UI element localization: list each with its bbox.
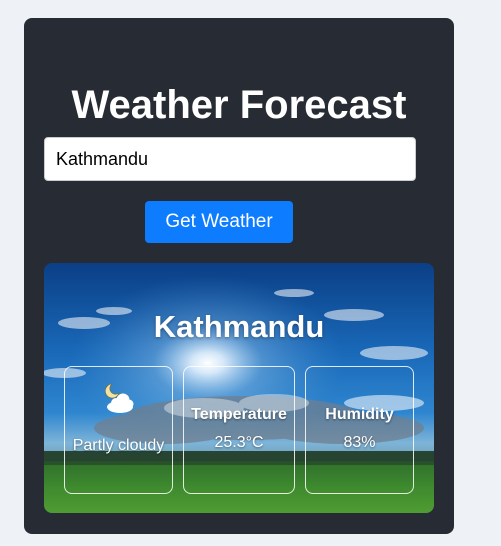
weather-app-card: Weather Forecast Get Weather — [24, 18, 454, 534]
temperature-label: Temperature — [191, 406, 287, 423]
temperature-value: 25.3°C — [214, 434, 264, 451]
city-search-input[interactable] — [44, 137, 416, 181]
result-city-name: Kathmandu — [153, 309, 325, 344]
weather-result-panel: Kathmandu Partly cloudy Temperature 25.3… — [44, 263, 434, 513]
get-weather-button[interactable]: Get Weather — [145, 201, 293, 243]
condition-tile: Partly cloudy — [64, 366, 173, 494]
condition-text: Partly cloudy — [72, 437, 165, 454]
app-title: Weather Forecast — [71, 83, 407, 127]
humidity-label: Humidity — [325, 406, 394, 423]
humidity-tile: Humidity 83% — [305, 366, 414, 494]
partly-cloudy-night-icon — [105, 383, 134, 413]
temperature-tile: Temperature 25.3°C — [183, 366, 295, 494]
humidity-value: 83% — [343, 434, 376, 451]
